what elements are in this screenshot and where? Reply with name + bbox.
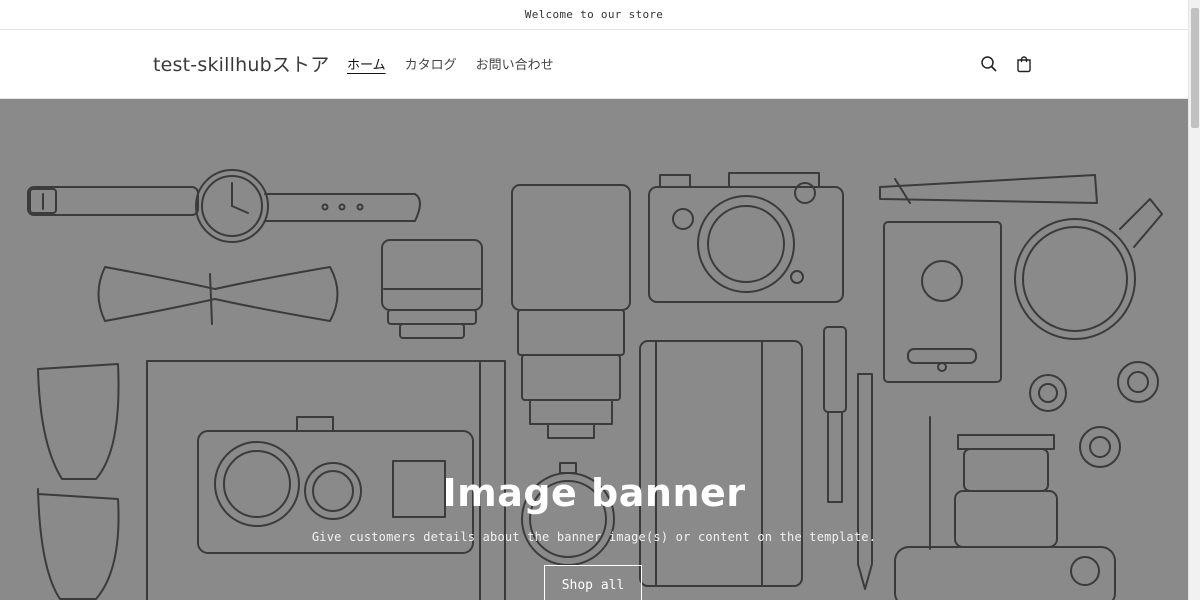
search-icon[interactable] [979,54,999,74]
banner-subheading: Give customers details about the banner … [311,530,877,544]
banner-illustration [27,169,1163,600]
shop-all-button[interactable]: Shop all [544,565,642,600]
store-logo[interactable]: test-skillhubストア [153,50,329,77]
cart-icon[interactable] [1014,54,1034,74]
site-header: test-skillhubストア ホーム カタログ お問い合わせ [0,30,1188,99]
page-scrollbar[interactable] [1188,0,1200,600]
image-banner: Image banner Give customers details abou… [0,99,1188,600]
scrollbar-thumb[interactable] [1191,8,1199,128]
announcement-text: Welcome to our store [524,8,664,21]
nav-item-contact[interactable]: お問い合わせ [476,54,554,73]
nav-item-home[interactable]: ホーム [347,54,386,73]
main-nav: ホーム カタログ お問い合わせ [347,54,573,73]
nav-item-catalog[interactable]: カタログ [405,54,457,73]
announcement-bar: Welcome to our store [0,0,1188,30]
banner-heading: Image banner [442,471,746,515]
